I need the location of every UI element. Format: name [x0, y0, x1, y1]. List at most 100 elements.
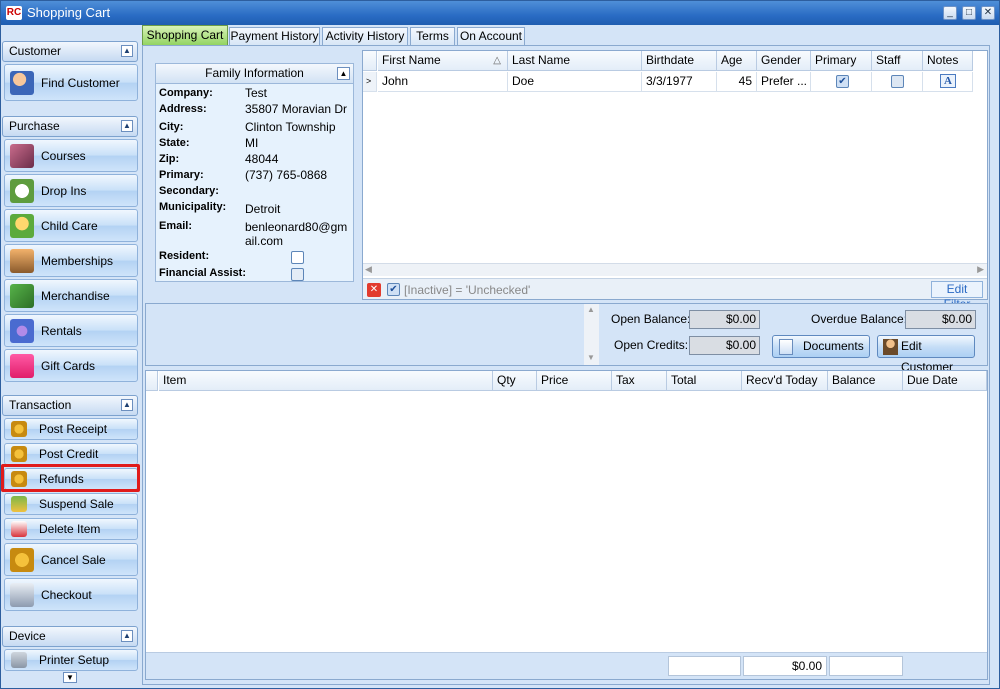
primary-cell[interactable]: ✔ [811, 72, 872, 92]
tab-terms[interactable]: Terms [410, 27, 455, 46]
scroll-up-icon[interactable]: ▲ [587, 305, 595, 314]
staff-cell[interactable] [872, 72, 923, 92]
group-purchase[interactable]: Purchase ▲ [2, 116, 138, 137]
button-label: Memberships [41, 253, 114, 268]
address-label: Address: [159, 103, 207, 115]
column-header-birthdate[interactable]: Birthdate [642, 51, 717, 71]
notes-icon[interactable]: A [940, 74, 956, 88]
company-value: Test [245, 86, 268, 100]
edit-filter-button[interactable]: Edit Filter [931, 281, 983, 311]
column-header-first-name[interactable]: First Name △ [378, 51, 508, 71]
column-header-recv-d-today[interactable]: Recv'd Today [742, 371, 828, 391]
collapse-icon[interactable]: ▲ [121, 120, 133, 132]
edit-customer-button[interactable]: Edit Customer [877, 335, 975, 374]
horizontal-scrollbar[interactable]: ◀ ▶ [363, 263, 987, 276]
filter-text: [Inactive] = 'Unchecked' [404, 283, 531, 297]
button-label: Gift Cards [41, 358, 96, 373]
email-label: Email: [159, 220, 193, 232]
child-care-button[interactable]: Child Care [4, 209, 138, 242]
documents-button[interactable]: Documents [772, 335, 870, 358]
last-name-cell[interactable]: Doe [508, 72, 642, 92]
tab-shopping-cart[interactable]: Shopping Cart [142, 25, 228, 46]
notes-scrollbar[interactable]: ▲ ▼ [584, 304, 599, 365]
notes-area[interactable] [146, 304, 599, 365]
column-header-last-name[interactable]: Last Name [508, 51, 642, 71]
scroll-left-icon[interactable]: ◀ [365, 264, 372, 275]
drop-ins-button[interactable]: Drop Ins [4, 174, 138, 207]
resident-checkbox[interactable] [291, 251, 304, 264]
first-name-cell[interactable]: John [378, 72, 508, 92]
checkout-button[interactable]: Checkout [4, 578, 138, 611]
family-members-grid: First Name △ Last Name Birthdate Age Gender Pr… [362, 50, 988, 311]
tab-activity-history[interactable]: Activity History [322, 27, 408, 46]
column-header-tax[interactable]: Tax [612, 371, 667, 391]
collapse-icon[interactable]: ▲ [337, 67, 350, 80]
merchandise-icon [10, 283, 34, 308]
column-header-total[interactable]: Total [667, 371, 742, 391]
overdue-balance-value: $0.00 [905, 310, 976, 329]
post-receipt-button[interactable]: Post Receipt [4, 418, 138, 440]
merchandise-button[interactable]: Merchandise [4, 279, 138, 312]
collapse-icon[interactable]: ▲ [121, 45, 133, 57]
column-header-qty[interactable]: Qty [493, 371, 537, 391]
delete-item-button[interactable]: Delete Item [4, 518, 138, 540]
post-credit-button[interactable]: Post Credit [4, 443, 138, 465]
collapse-icon[interactable]: ▲ [121, 399, 133, 411]
cancel-sale-button[interactable]: Cancel Sale [4, 543, 138, 576]
overdue-balance-label: Overdue Balance: [811, 312, 908, 326]
filter-active-checkbox[interactable]: ✔ [387, 283, 400, 296]
button-label: Printer Setup [39, 653, 110, 667]
delete-item-icon [11, 521, 27, 537]
scroll-right-icon[interactable]: ▶ [977, 264, 984, 275]
age-cell[interactable]: 45 [717, 72, 757, 92]
group-transaction[interactable]: Transaction ▲ [2, 395, 138, 416]
column-header-gender[interactable]: Gender [757, 51, 811, 71]
sort-ascending-icon[interactable]: △ [493, 51, 501, 70]
staff-checkbox[interactable] [891, 75, 904, 88]
gift-cards-button[interactable]: Gift Cards [4, 349, 138, 382]
column-header-age[interactable]: Age [717, 51, 757, 71]
maximize-icon[interactable]: □ [962, 6, 976, 20]
row-selector-icon[interactable]: > [363, 72, 377, 92]
button-label: Post Credit [39, 447, 99, 461]
button-label: Post Receipt [39, 422, 108, 436]
minimize-icon[interactable]: _ [943, 6, 957, 20]
tab-payment-history[interactable]: Payment History [229, 27, 320, 46]
column-header-price[interactable]: Price [537, 371, 612, 391]
column-header-staff[interactable]: Staff [872, 51, 923, 71]
family-info-title: Family Information [205, 66, 304, 80]
courses-button[interactable]: Courses [4, 139, 138, 172]
clear-filter-icon[interactable]: ✕ [367, 283, 381, 297]
suspend-sale-icon [11, 496, 27, 512]
footer-total-value: $0.00 [743, 656, 827, 676]
rentals-button[interactable]: Rentals [4, 314, 138, 347]
column-header-primary[interactable]: Primary [811, 51, 872, 71]
column-header-notes[interactable]: Notes [923, 51, 973, 71]
financial-assist-checkbox[interactable] [291, 268, 304, 281]
group-device[interactable]: Device ▲ [2, 626, 138, 647]
group-customer[interactable]: Customer ▲ [2, 41, 138, 62]
printer-setup-button[interactable]: Printer Setup [4, 649, 138, 671]
notes-cell[interactable]: A [923, 72, 973, 92]
collapse-icon[interactable]: ▲ [121, 630, 133, 642]
column-header-item[interactable]: Item [159, 371, 493, 391]
suspend-sale-button[interactable]: Suspend Sale [4, 493, 138, 515]
state-label: State: [159, 137, 190, 149]
birthdate-cell[interactable]: 3/3/1977 [642, 72, 717, 92]
column-header-due-date[interactable]: Due Date [903, 371, 987, 391]
tab-on-account[interactable]: On Account [457, 27, 525, 46]
scroll-down-icon[interactable]: ▼ [63, 672, 77, 683]
post-credit-icon [11, 446, 27, 462]
find-customer-button[interactable]: Find Customer [4, 64, 138, 101]
gender-cell[interactable]: Prefer ... [757, 72, 811, 92]
scroll-down-icon[interactable]: ▼ [587, 353, 595, 362]
column-header-balance[interactable]: Balance [828, 371, 903, 391]
gift-icon [10, 353, 34, 378]
address-value: 35807 Moravian Dr [245, 102, 348, 116]
filter-bar: ✕ ✔ [Inactive] = 'Unchecked' Edit Filter [363, 278, 987, 311]
close-icon[interactable]: ✕ [981, 6, 995, 20]
municipality-value: Detroit [245, 202, 281, 216]
courses-icon [10, 143, 34, 168]
memberships-button[interactable]: Memberships [4, 244, 138, 277]
primary-checkbox[interactable]: ✔ [836, 75, 849, 88]
